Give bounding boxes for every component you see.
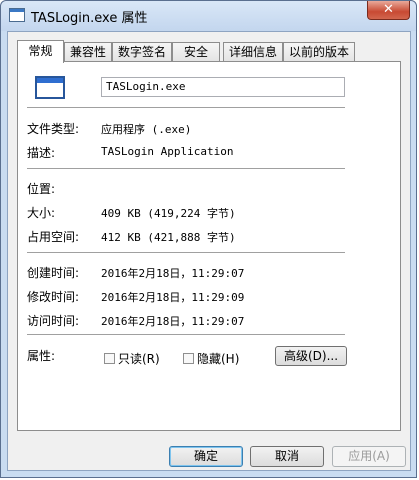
accessed-value: 2016年2月18日，11:29:07 xyxy=(101,315,245,328)
advanced-button[interactable]: 高级(D)... xyxy=(275,346,347,366)
hidden-checkbox-box[interactable] xyxy=(183,353,194,364)
tab-digital-signatures[interactable]: 数字签名 xyxy=(112,42,172,61)
created-label: 创建时间: xyxy=(27,266,80,280)
title-bar[interactable]: TASLogin.exe 属性 ✕ xyxy=(1,1,416,31)
size-label: 大小: xyxy=(27,206,56,220)
separator xyxy=(27,334,345,335)
readonly-checkbox-box[interactable] xyxy=(104,353,115,364)
separator xyxy=(27,168,345,169)
separator xyxy=(27,252,345,253)
cancel-button[interactable]: 取消 xyxy=(250,446,324,467)
description-value: TASLogin Application xyxy=(101,145,234,158)
properties-window: TASLogin.exe 属性 ✕ 常规 兼容性 数字签名 安全 详细信息 以前… xyxy=(0,0,417,478)
file-type-label: 文件类型: xyxy=(27,122,80,136)
apply-button[interactable]: 应用(A) xyxy=(332,446,406,467)
attributes-label: 属性: xyxy=(27,349,56,363)
readonly-checkbox-label: 只读(R) xyxy=(118,352,160,366)
file-name-input[interactable]: TASLogin.exe xyxy=(101,77,345,97)
tab-previous-versions[interactable]: 以前的版本 xyxy=(283,42,355,61)
tab-compatibility[interactable]: 兼容性 xyxy=(64,42,112,61)
file-icon xyxy=(35,76,65,99)
tab-general[interactable]: 常规 xyxy=(17,40,64,63)
accessed-label: 访问时间: xyxy=(27,314,80,328)
separator xyxy=(27,107,345,108)
size-on-disk-value: 412 KB (421,888 字节) xyxy=(101,231,236,244)
modified-label: 修改时间: xyxy=(27,290,80,304)
close-button[interactable]: ✕ xyxy=(367,1,410,20)
window-title: TASLogin.exe 属性 xyxy=(31,11,148,26)
hidden-checkbox-label: 隐藏(H) xyxy=(197,352,240,366)
description-label: 描述: xyxy=(27,146,56,160)
file-type-value: 应用程序 (.exe) xyxy=(101,123,192,136)
ok-button[interactable]: 确定 xyxy=(169,446,243,467)
hidden-checkbox[interactable]: 隐藏(H) xyxy=(183,350,239,367)
general-tab-panel: TASLogin.exe 文件类型: 应用程序 (.exe) 描述: TASLo… xyxy=(17,61,401,431)
window-app-icon xyxy=(9,8,25,22)
location-label: 位置: xyxy=(27,182,56,196)
tab-security[interactable]: 安全 xyxy=(172,42,220,61)
tab-details[interactable]: 详细信息 xyxy=(223,42,283,61)
created-value: 2016年2月18日，11:29:07 xyxy=(101,267,245,280)
modified-value: 2016年2月18日，11:29:09 xyxy=(101,291,245,304)
readonly-checkbox[interactable]: 只读(R) xyxy=(104,350,160,367)
dialog-body: 常规 兼容性 数字签名 安全 详细信息 以前的版本 TASLogin.exe 文… xyxy=(7,31,411,471)
size-on-disk-label: 占用空间: xyxy=(27,230,80,244)
size-value: 409 KB (419,224 字节) xyxy=(101,207,236,220)
